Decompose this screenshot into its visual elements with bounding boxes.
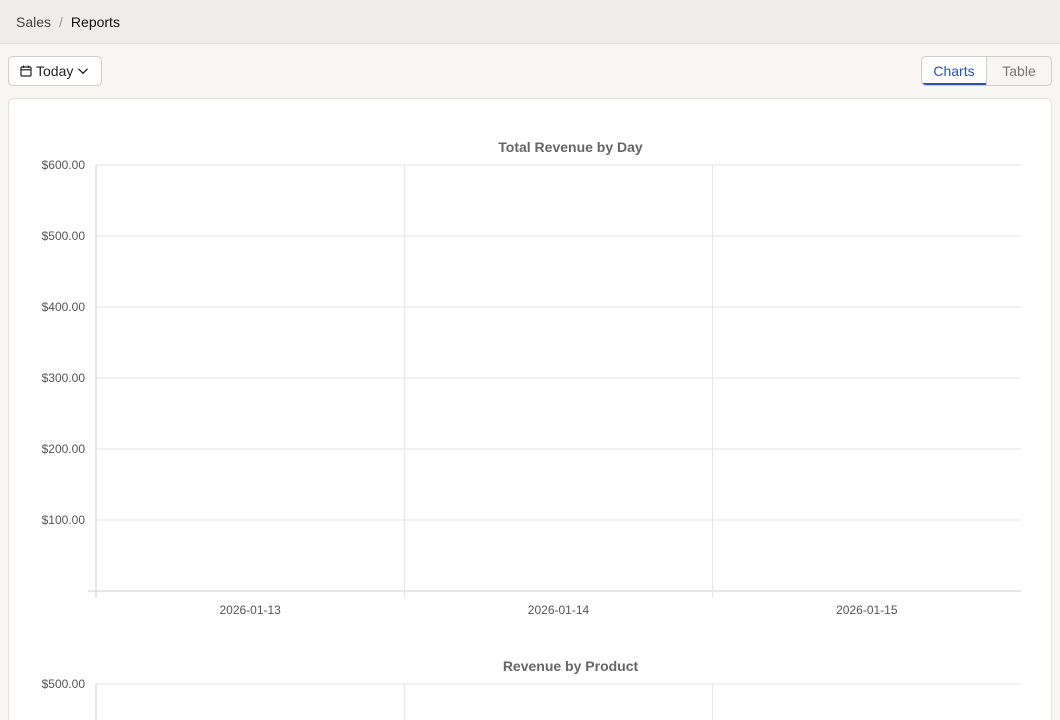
chart-title-revenue-by-day: Total Revenue by Day [498, 139, 643, 155]
x-tick-label: 2026-01-13 [219, 603, 281, 617]
y-tick-label: $100.00 [42, 513, 86, 527]
y-tick-label: $500.00 [42, 677, 86, 691]
x-tick-label: 2026-01-14 [528, 603, 590, 617]
x-tick-label: 2026-01-15 [836, 603, 898, 617]
y-tick-label: $200.00 [42, 442, 86, 456]
chart-title-revenue-by-product: Revenue by Product [503, 658, 639, 674]
y-tick-label: $600.00 [42, 158, 86, 172]
y-tick-label: $500.00 [42, 229, 86, 243]
y-tick-label: $400.00 [42, 300, 86, 314]
charts-canvas: Total Revenue by Day $100.00 $200.00 $300.0… [42, 139, 1021, 720]
y-tick-label: $300.00 [42, 371, 86, 385]
